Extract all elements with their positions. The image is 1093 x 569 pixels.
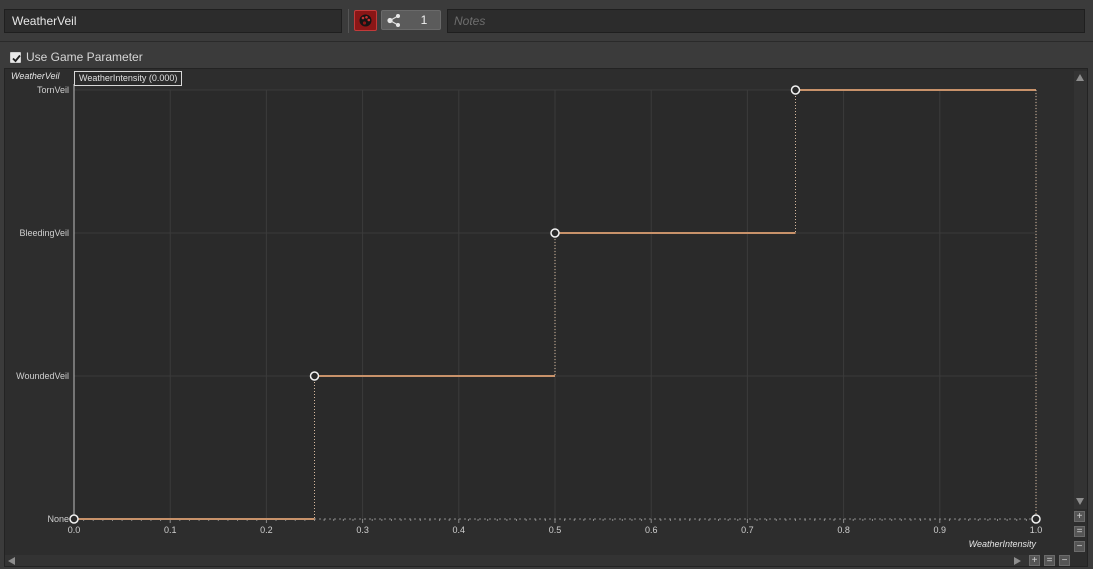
vertical-zoom-fit-button[interactable]: = xyxy=(1074,526,1085,537)
x-tick-label: 0.3 xyxy=(356,525,369,535)
curve-point[interactable] xyxy=(69,514,79,524)
scroll-down-icon[interactable] xyxy=(1076,498,1084,505)
scroll-up-icon[interactable] xyxy=(1076,74,1084,81)
x-tick-label: 0.2 xyxy=(260,525,273,535)
horizontal-scrollbar[interactable] xyxy=(5,555,1033,566)
x-tick-label: 0.5 xyxy=(549,525,562,535)
name-field[interactable]: WeatherVeil xyxy=(4,9,342,33)
x-axis-title: WeatherIntensity xyxy=(969,539,1037,549)
color-button[interactable] xyxy=(354,10,377,31)
x-tick-label: 0.9 xyxy=(934,525,947,535)
horizontal-zoom-out-button[interactable]: − xyxy=(1059,555,1070,566)
x-tick-label: 0.1 xyxy=(164,525,177,535)
x-tick-label: 0.8 xyxy=(837,525,850,535)
curve-point[interactable] xyxy=(550,228,560,238)
y-category-label: BleedingVeil xyxy=(19,228,69,238)
use-game-parameter-row[interactable]: Use Game Parameter xyxy=(10,50,143,64)
share-count: 1 xyxy=(420,13,428,27)
y-category-label: TornVeil xyxy=(37,85,69,95)
curve-point[interactable] xyxy=(309,371,320,381)
curve-point[interactable] xyxy=(790,85,801,95)
scroll-left-icon[interactable] xyxy=(8,557,15,565)
curve-graph[interactable]: 0.0 0.1 0.2 0.3 0.4 0.5 0.6 0.7 0.8 0.9 1.0 None Wou… xyxy=(5,69,1073,554)
curve-editor-window: WeatherVeil 1 Notes Use Game Parameter 0… xyxy=(0,0,1093,569)
use-game-parameter-checkbox[interactable] xyxy=(10,51,21,63)
x-tick-label: 0.4 xyxy=(453,525,466,535)
horizontal-zoom-fit-button[interactable]: = xyxy=(1044,555,1055,566)
x-tick-label: 1.0 xyxy=(1030,525,1043,535)
vertical-zoom-in-button[interactable]: + xyxy=(1074,511,1085,522)
curve-point[interactable] xyxy=(1031,514,1041,524)
checkmark-icon xyxy=(12,54,21,62)
horizontal-zoom-in-button[interactable]: + xyxy=(1029,555,1040,566)
scroll-right-icon[interactable] xyxy=(1014,557,1021,565)
y-category-label: WoundedVeil xyxy=(16,371,69,381)
x-tick-label: 0.6 xyxy=(645,525,658,535)
header-bar: WeatherVeil 1 Notes xyxy=(0,0,1093,42)
notes-field[interactable]: Notes xyxy=(447,9,1085,33)
header-divider xyxy=(348,9,349,33)
y-axis-title: WeatherVeil xyxy=(11,71,61,81)
share-references-button[interactable]: 1 xyxy=(381,10,441,30)
palette-icon xyxy=(359,14,372,27)
curve-graph-panel[interactable]: 0.0 0.1 0.2 0.3 0.4 0.5 0.6 0.7 0.8 0.9 1.0 None Wou… xyxy=(4,68,1088,567)
parameter-tooltip: WeatherIntensity (0.000) xyxy=(74,71,183,86)
share-nodes-icon xyxy=(387,14,400,27)
use-game-parameter-label: Use Game Parameter xyxy=(26,50,143,64)
vertical-scrollbar[interactable] xyxy=(1074,71,1087,509)
x-tick-label: 0.7 xyxy=(741,525,754,535)
x-tick-label: 0.0 xyxy=(68,525,81,535)
vertical-zoom-out-button[interactable]: − xyxy=(1074,541,1085,552)
y-category-label: None xyxy=(47,514,69,524)
